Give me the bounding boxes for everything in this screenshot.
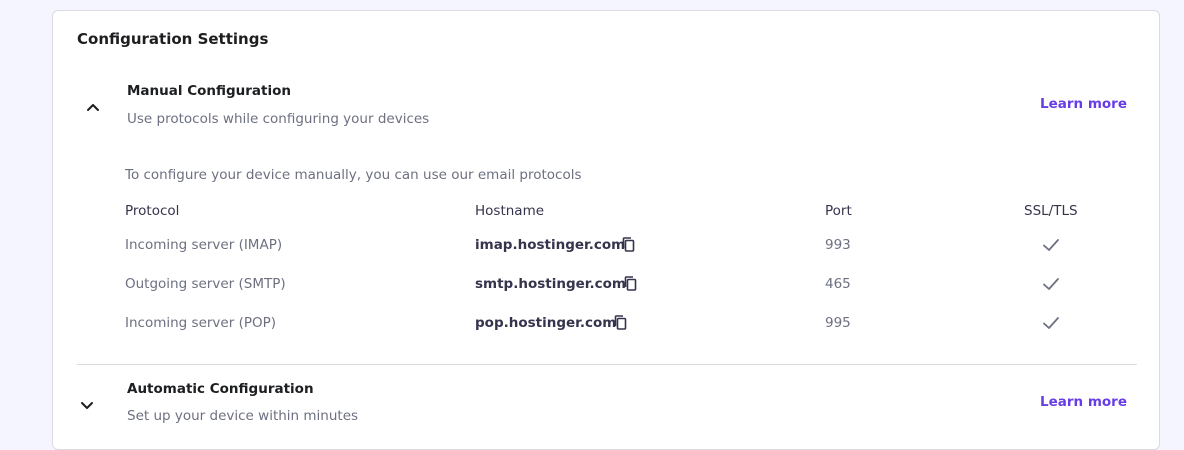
column-header-ssl: SSL/TLS	[1024, 203, 1078, 219]
protocol-cell: Incoming server (IMAP)	[125, 237, 283, 253]
manual-config-intro: To configure your device manually, you c…	[125, 167, 582, 183]
hostname-cell: pop.hostinger.com	[475, 315, 617, 331]
checkmark-icon	[1043, 278, 1059, 290]
column-header-port: Port	[825, 203, 852, 219]
table-row: Incoming server (POP) pop.hostinger.com …	[53, 312, 1159, 336]
chevron-up-icon[interactable]	[84, 98, 102, 116]
automatic-learn-more-link[interactable]: Learn more	[1040, 394, 1127, 410]
automatic-config-title[interactable]: Automatic Configuration	[127, 381, 314, 397]
table-row: Outgoing server (SMTP) smtp.hostinger.co…	[53, 273, 1159, 297]
protocol-cell: Incoming server (POP)	[125, 315, 277, 331]
column-header-hostname: Hostname	[475, 203, 545, 219]
copy-icon[interactable]	[622, 275, 640, 293]
copy-icon[interactable]	[620, 236, 638, 254]
checkmark-icon	[1043, 239, 1059, 251]
protocol-cell: Outgoing server (SMTP)	[125, 276, 286, 292]
manual-learn-more-link[interactable]: Learn more	[1040, 96, 1127, 112]
chevron-down-icon[interactable]	[78, 396, 96, 414]
section-divider	[77, 364, 1137, 365]
hostname-cell: smtp.hostinger.com	[475, 276, 626, 292]
manual-config-subtitle: Use protocols while configuring your dev…	[127, 111, 430, 127]
port-cell: 995	[825, 315, 851, 331]
card-title: Configuration Settings	[77, 30, 269, 48]
checkmark-icon	[1043, 317, 1059, 329]
manual-config-title[interactable]: Manual Configuration	[127, 83, 291, 99]
automatic-config-subtitle: Set up your device within minutes	[127, 408, 359, 424]
table-row: Incoming server (IMAP) imap.hostinger.co…	[53, 234, 1159, 258]
port-cell: 465	[825, 276, 851, 292]
copy-icon[interactable]	[612, 314, 630, 332]
configuration-settings-card: Configuration Settings Manual Configurat…	[52, 10, 1160, 450]
column-header-protocol: Protocol	[125, 203, 180, 219]
hostname-cell: imap.hostinger.com	[475, 237, 626, 253]
port-cell: 993	[825, 237, 851, 253]
